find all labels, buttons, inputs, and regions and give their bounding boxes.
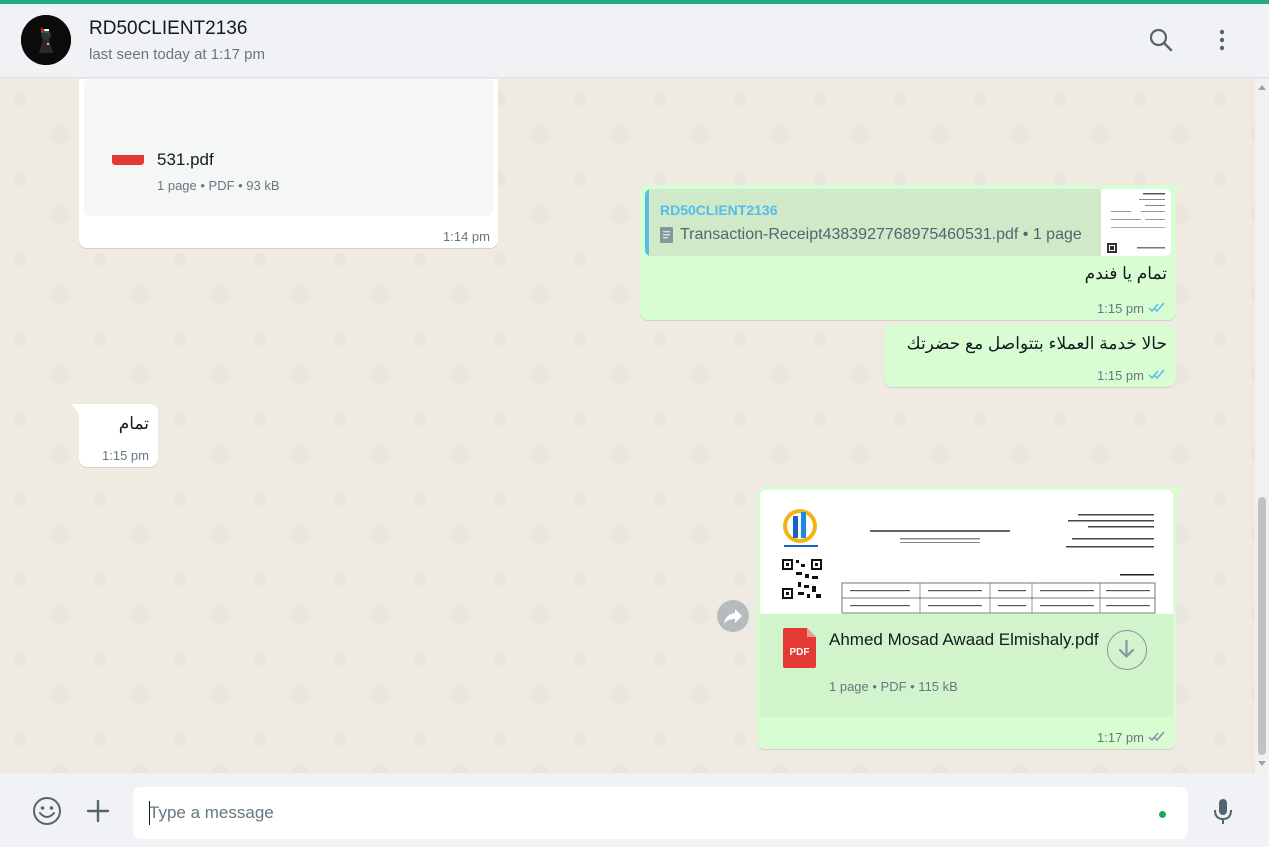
quote-file-name: Transaction-Receipt4383927768975460531.p… bbox=[680, 226, 1082, 243]
read-ticks-icon bbox=[1148, 302, 1165, 313]
contact-name[interactable]: RD50CLIENT2136 bbox=[89, 18, 247, 40]
profile-photo-icon bbox=[21, 15, 71, 65]
text-caret bbox=[149, 801, 150, 825]
message-text: تمام يا فندم bbox=[1084, 264, 1167, 283]
document-meta: 1 page • PDF • 115 kB bbox=[829, 679, 958, 694]
outgoing-reply-message[interactable]: RD50CLIENT2136 Transaction-Receipt438392… bbox=[640, 185, 1176, 320]
message-input[interactable] bbox=[149, 801, 1139, 825]
outgoing-text-message[interactable]: حالا خدمة العملاء بتتواصل مع حضرتك 1:15 … bbox=[884, 324, 1176, 387]
status-dot bbox=[1159, 811, 1166, 818]
document-attachment[interactable]: PDF Ahmed Mosad Awaad Elmishaly.pdf 1 pa… bbox=[760, 614, 1173, 717]
read-ticks-icon bbox=[1148, 369, 1165, 380]
pdf-file-icon: PDF bbox=[783, 628, 816, 668]
outgoing-document-message[interactable]: PDF Ahmed Mosad Awaad Elmishaly.pdf 1 pa… bbox=[757, 487, 1176, 749]
message-list[interactable]: 531.pdf 1 page • PDF • 93 kB 1:14 pm RD5… bbox=[0, 79, 1255, 773]
forward-icon bbox=[724, 609, 742, 624]
message-time: 1:14 pm bbox=[443, 229, 490, 244]
kebab-menu-icon bbox=[1219, 29, 1225, 51]
emoji-icon bbox=[33, 797, 61, 825]
quoted-message[interactable]: RD50CLIENT2136 Transaction-Receipt438392… bbox=[645, 189, 1171, 256]
document-preview-image bbox=[760, 490, 1173, 614]
receipt-thumbnail-icon bbox=[1101, 189, 1171, 256]
download-icon bbox=[1118, 639, 1135, 658]
quote-author: RD50CLIENT2136 bbox=[660, 202, 778, 218]
scrollbar-thumb[interactable] bbox=[1258, 497, 1266, 755]
plus-icon bbox=[86, 799, 110, 823]
file-meta: 1 page • PDF • 93 kB bbox=[157, 178, 280, 193]
bubble-tail bbox=[1176, 185, 1184, 195]
document-name: Ahmed Mosad Awaad Elmishaly.pdf bbox=[829, 630, 1099, 649]
pdf-label: PDF bbox=[790, 647, 810, 658]
bubble-tail bbox=[1176, 487, 1184, 497]
document-thumbnail bbox=[1101, 189, 1171, 256]
microphone-icon bbox=[1214, 799, 1232, 824]
pdf-icon bbox=[112, 155, 144, 165]
message-text: حالا خدمة العملاء بتتواصل مع حضرتك bbox=[906, 334, 1167, 353]
scroll-down-arrow-icon[interactable] bbox=[1258, 761, 1266, 766]
message-time: 1:15 pm bbox=[1097, 301, 1144, 316]
download-button[interactable] bbox=[1107, 630, 1147, 670]
voice-message-button[interactable] bbox=[1207, 795, 1239, 827]
incoming-file-message[interactable]: 531.pdf 1 page • PDF • 93 kB 1:14 pm bbox=[79, 79, 498, 248]
message-input-box[interactable] bbox=[133, 787, 1188, 839]
scroll-up-arrow-icon[interactable] bbox=[1258, 85, 1266, 90]
composer[interactable] bbox=[0, 773, 1269, 847]
message-text: تمام bbox=[118, 414, 149, 433]
attach-button[interactable] bbox=[82, 795, 114, 827]
menu-button[interactable] bbox=[1208, 26, 1236, 54]
document-icon bbox=[660, 227, 673, 243]
file-name: 531.pdf bbox=[157, 150, 214, 169]
search-button[interactable] bbox=[1147, 26, 1175, 54]
avatar[interactable] bbox=[21, 15, 71, 65]
message-time: 1:17 pm bbox=[1097, 730, 1144, 745]
delivered-ticks-icon bbox=[1148, 731, 1165, 742]
emoji-button[interactable] bbox=[31, 795, 63, 827]
message-time: 1:15 pm bbox=[102, 448, 149, 463]
file-attachment[interactable]: 531.pdf 1 page • PDF • 93 kB bbox=[84, 79, 493, 216]
chat-scrollbar[interactable] bbox=[1255, 79, 1269, 773]
document-preview[interactable] bbox=[760, 490, 1173, 614]
quote-bar bbox=[645, 189, 649, 256]
bubble-tail bbox=[71, 404, 79, 414]
search-icon bbox=[1149, 28, 1173, 52]
contact-status: last seen today at 1:17 pm bbox=[89, 46, 265, 63]
forward-button[interactable] bbox=[717, 600, 749, 632]
chat-header[interactable]: RD50CLIENT2136 last seen today at 1:17 p… bbox=[0, 4, 1269, 78]
message-time: 1:15 pm bbox=[1097, 368, 1144, 383]
incoming-text-message[interactable]: تمام 1:15 pm bbox=[79, 404, 158, 467]
